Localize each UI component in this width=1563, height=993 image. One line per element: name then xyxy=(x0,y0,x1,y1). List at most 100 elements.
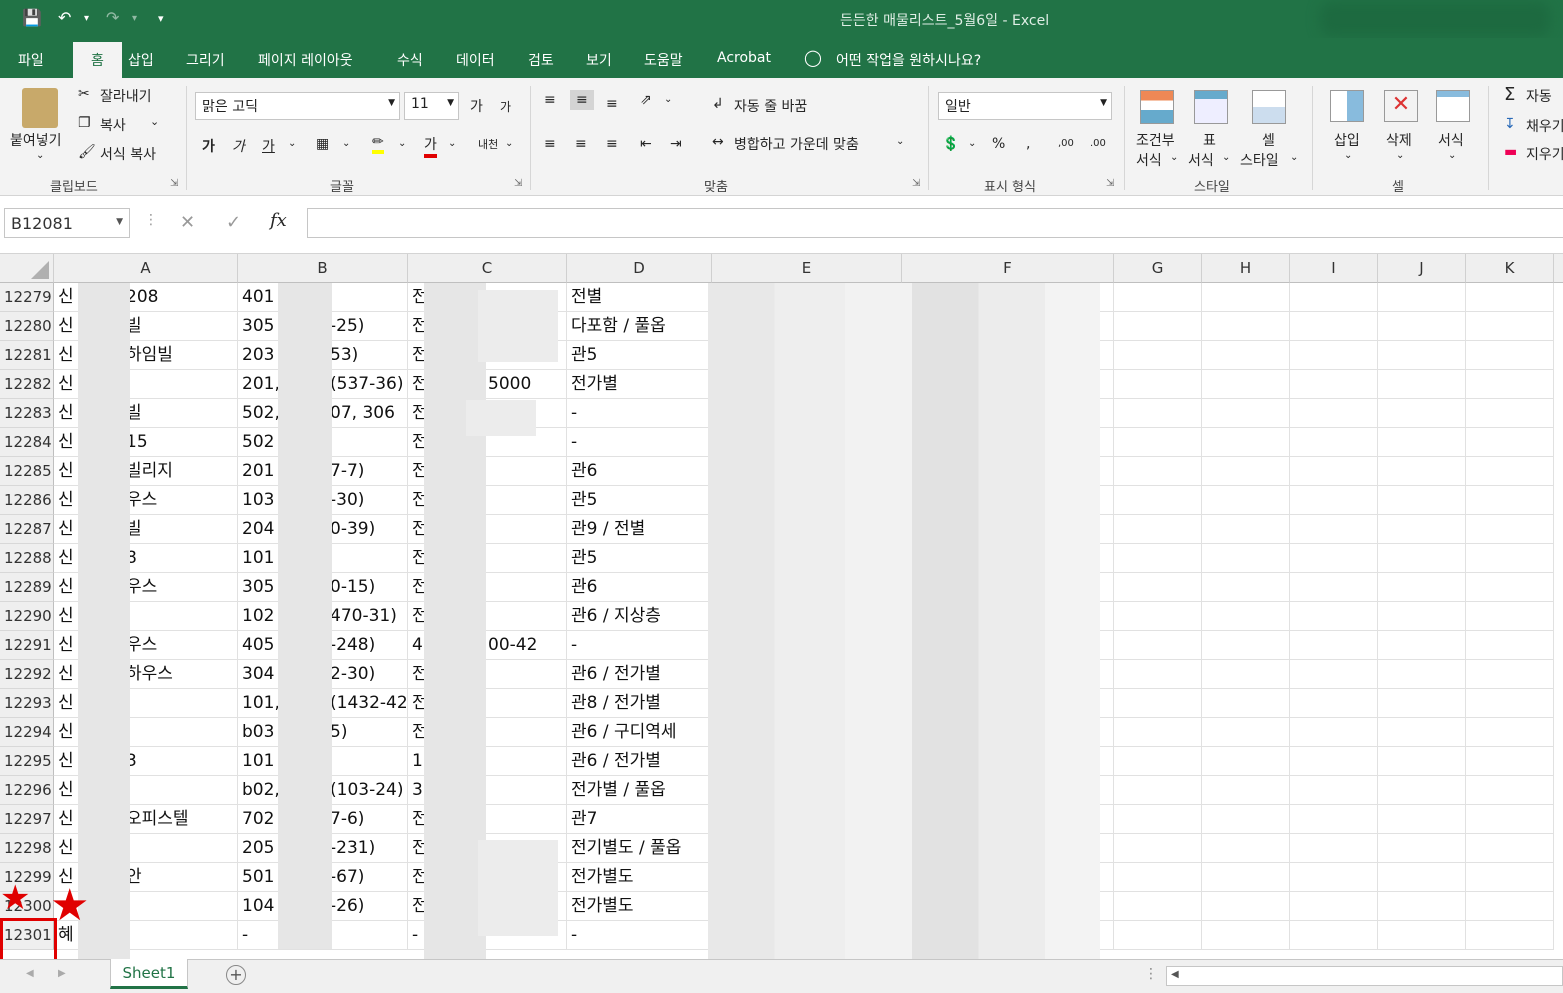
cell-j[interactable] xyxy=(1378,370,1466,399)
row-header[interactable]: 12296 xyxy=(0,776,54,805)
row-header[interactable]: 12284 xyxy=(0,428,54,457)
worksheet-grid[interactable]: ABCDEFGHIJK 12279 신 208 401 전 전별 12280 신 빌 305 -25… xyxy=(0,254,1563,959)
shrink-font-button[interactable]: 가 xyxy=(500,98,511,115)
cell-k[interactable] xyxy=(1466,834,1554,863)
cell-h[interactable] xyxy=(1202,370,1290,399)
insert-function-button[interactable]: fx xyxy=(270,210,287,231)
comma-icon[interactable]: , xyxy=(1026,136,1030,152)
cell-h[interactable] xyxy=(1202,631,1290,660)
cell-k[interactable] xyxy=(1466,747,1554,776)
enter-icon[interactable]: ✓ xyxy=(226,212,241,233)
cell-d[interactable]: 관7 xyxy=(567,805,712,834)
tab-file[interactable]: 파일 xyxy=(18,50,44,70)
cell-k[interactable] xyxy=(1466,370,1554,399)
cell-k[interactable] xyxy=(1466,428,1554,457)
cell-i[interactable] xyxy=(1290,921,1378,950)
align-top-icon[interactable]: ≡ xyxy=(544,92,556,108)
cell-j[interactable] xyxy=(1378,428,1466,457)
cell-j[interactable] xyxy=(1378,399,1466,428)
format-as-table-label-2[interactable]: 서식 xyxy=(1188,150,1214,170)
format-painter-button[interactable]: 서식 복사 xyxy=(100,144,156,164)
cell-h[interactable] xyxy=(1202,689,1290,718)
cell-i[interactable] xyxy=(1290,602,1378,631)
tab-view[interactable]: 보기 xyxy=(586,50,612,70)
row-header[interactable]: 12288 xyxy=(0,544,54,573)
tab-acrobat[interactable]: Acrobat xyxy=(717,50,771,66)
row-header[interactable]: 12297 xyxy=(0,805,54,834)
tab-page-layout[interactable]: 페이지 레이아웃 xyxy=(258,50,353,70)
decrease-indent-icon[interactable]: ⇤ xyxy=(640,136,652,152)
cell-g[interactable] xyxy=(1114,428,1202,457)
row-header[interactable]: 12287 xyxy=(0,515,54,544)
cell-d[interactable]: 관6 / 구디역세 xyxy=(567,718,712,747)
undo-icon[interactable]: ↶ xyxy=(58,8,71,27)
column-header-i[interactable]: I xyxy=(1290,254,1378,283)
cell-h[interactable] xyxy=(1202,399,1290,428)
cell-j[interactable] xyxy=(1378,863,1466,892)
scroll-left-icon[interactable]: ◀ xyxy=(1171,969,1179,980)
cell-g[interactable] xyxy=(1114,776,1202,805)
cell-d[interactable]: 관6 / 전가별 xyxy=(567,747,712,776)
cell-k[interactable] xyxy=(1466,863,1554,892)
cell-i[interactable] xyxy=(1290,863,1378,892)
chevron-down-icon[interactable]: ⌄ xyxy=(1222,152,1230,163)
cell-g[interactable] xyxy=(1114,283,1202,312)
cell-i[interactable] xyxy=(1290,428,1378,457)
prev-sheet-icon[interactable]: ◀ xyxy=(26,968,34,979)
cell-k[interactable] xyxy=(1466,660,1554,689)
cell-d[interactable]: 관8 / 전가별 xyxy=(567,689,712,718)
column-header-f[interactable]: F xyxy=(902,254,1114,283)
paste-icon[interactable] xyxy=(22,88,58,128)
scissors-icon[interactable]: ✂ xyxy=(78,86,90,102)
align-middle-icon[interactable]: ≡ xyxy=(570,90,594,110)
cell-k[interactable] xyxy=(1466,631,1554,660)
tab-formulas[interactable]: 수식 xyxy=(397,50,423,70)
delete-cells-icon[interactable]: ✕ xyxy=(1384,90,1418,122)
cell-k[interactable] xyxy=(1466,689,1554,718)
tab-home[interactable]: 홈 xyxy=(73,42,122,78)
cell-d[interactable]: 전가별도 xyxy=(567,863,712,892)
cell-j[interactable] xyxy=(1378,602,1466,631)
cell-k[interactable] xyxy=(1466,312,1554,341)
cell-j[interactable] xyxy=(1378,573,1466,602)
cell-j[interactable] xyxy=(1378,776,1466,805)
fill-button[interactable]: 채우기 xyxy=(1526,116,1563,136)
row-header[interactable]: 12282 xyxy=(0,370,54,399)
cell-h[interactable] xyxy=(1202,457,1290,486)
next-sheet-icon[interactable]: ▶ xyxy=(58,968,66,979)
column-header-b[interactable]: B xyxy=(238,254,408,283)
conditional-format-label-2[interactable]: 서식 xyxy=(1136,150,1162,170)
format-cells-icon[interactable] xyxy=(1436,90,1470,122)
row-header[interactable]: 12295 xyxy=(0,747,54,776)
grow-font-button[interactable]: 가 xyxy=(470,96,483,116)
tell-me-search[interactable]: 어떤 작업을 원하시나요? xyxy=(836,50,981,70)
cell-i[interactable] xyxy=(1290,399,1378,428)
eraser-icon[interactable]: ▬ xyxy=(1504,144,1517,160)
insert-cells-icon[interactable] xyxy=(1330,90,1364,122)
sheet-tab-sheet1[interactable]: Sheet1 xyxy=(110,959,188,989)
cell-i[interactable] xyxy=(1290,341,1378,370)
formula-bar-handle-icon[interactable]: ⋮ xyxy=(144,212,158,228)
column-header-h[interactable]: H xyxy=(1202,254,1290,283)
paste-dropdown-icon[interactable]: ⌄ xyxy=(36,150,44,161)
cell-g[interactable] xyxy=(1114,399,1202,428)
cell-h[interactable] xyxy=(1202,602,1290,631)
cell-d[interactable]: 전가별 / 풀옵 xyxy=(567,776,712,805)
cell-i[interactable] xyxy=(1290,776,1378,805)
account-area[interactable] xyxy=(1320,2,1550,36)
cell-i[interactable] xyxy=(1290,515,1378,544)
tab-review[interactable]: 검토 xyxy=(528,50,554,70)
chevron-down-icon[interactable]: ⌄ xyxy=(1170,152,1178,163)
chevron-down-icon[interactable]: ⌄ xyxy=(1396,150,1404,161)
cell-g[interactable] xyxy=(1114,486,1202,515)
cell-j[interactable] xyxy=(1378,689,1466,718)
tab-insert[interactable]: 삽입 xyxy=(128,50,154,70)
cell-d[interactable]: 관6 / 전가별 xyxy=(567,660,712,689)
row-header[interactable]: 12281 xyxy=(0,341,54,370)
chevron-down-icon[interactable]: ⌄ xyxy=(1448,150,1456,161)
undo-dropdown-icon[interactable]: ▾ xyxy=(84,13,89,24)
font-size-select[interactable]: 11 ▼ xyxy=(404,92,459,120)
cell-i[interactable] xyxy=(1290,544,1378,573)
chevron-down-icon[interactable]: ⌄ xyxy=(1344,150,1352,161)
increase-decimal-button[interactable]: ,00 xyxy=(1058,138,1074,149)
